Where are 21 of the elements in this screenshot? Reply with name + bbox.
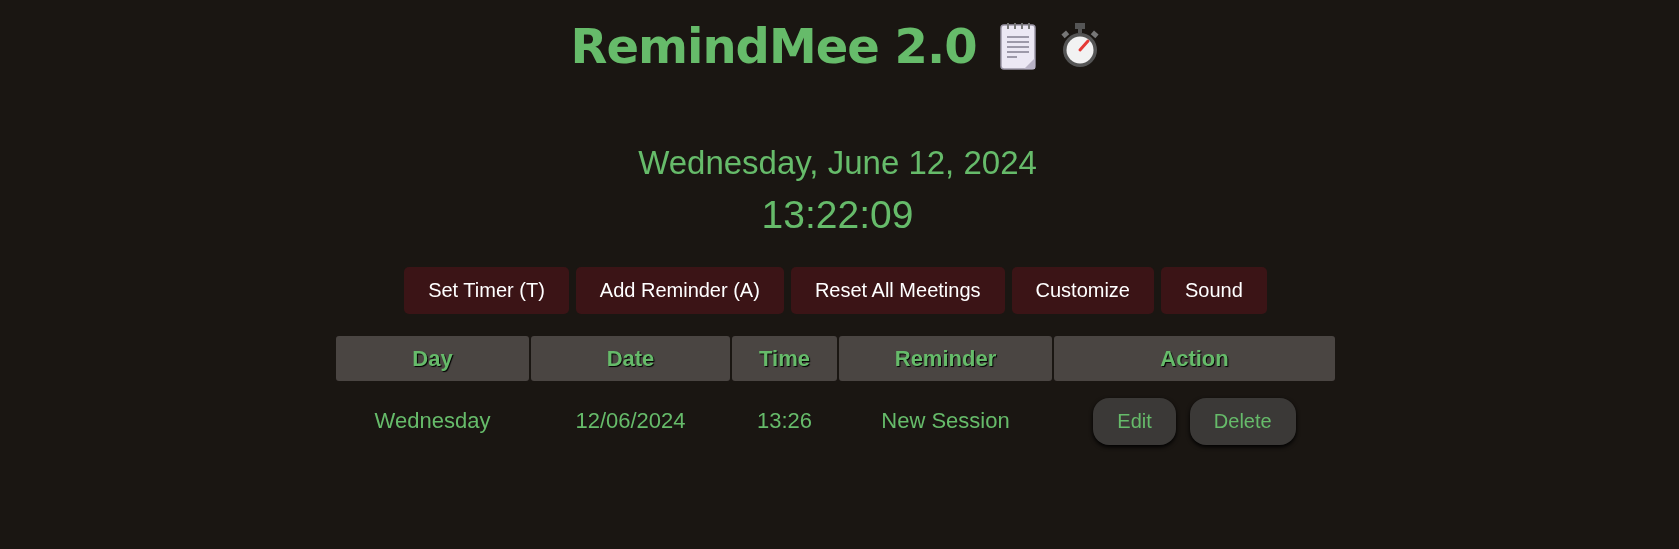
toolbar-button[interactable]: Sound — [1161, 267, 1267, 314]
toolbar-button[interactable]: Add Reminder (A) — [575, 267, 784, 314]
table-cell: Wednesday — [374, 408, 491, 433]
toolbar-button[interactable]: Set Timer (T) — [404, 267, 569, 314]
toolbar-button[interactable]: Customize — [1011, 267, 1154, 314]
row-action-button[interactable]: Delete — [1189, 397, 1296, 445]
date-text: Wednesday, June 12, 2024 — [638, 143, 1037, 183]
app-title: RemindMee 2.0 — [570, 18, 977, 74]
stopwatch-icon — [1058, 23, 1101, 69]
column-header: Day — [336, 336, 529, 381]
column-header: Action — [1054, 336, 1335, 381]
table-cell: 13:26 — [756, 408, 813, 433]
clock-time: 13:22:09 — [761, 192, 914, 238]
row-action-button[interactable]: Edit — [1093, 397, 1176, 445]
column-header: Reminder — [839, 336, 1052, 381]
table-cell: New Session — [881, 408, 1010, 433]
column-header: Date — [531, 336, 730, 381]
toolbar-button[interactable]: Reset All Meetings — [790, 267, 1005, 314]
column-header: Time — [732, 336, 837, 381]
table-cell: 12/06/2024 — [575, 408, 686, 433]
notepad-icon — [998, 21, 1037, 71]
